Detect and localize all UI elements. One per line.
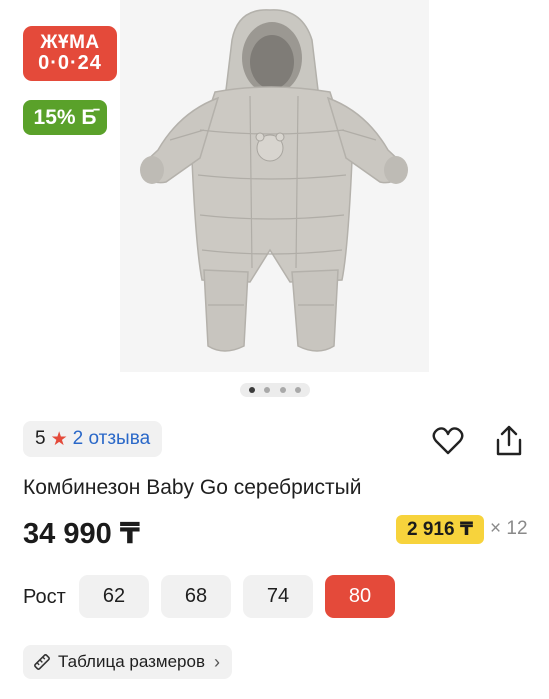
- product-gallery[interactable]: ЖҰМА 0·0·24 15% Б̄: [0, 0, 549, 400]
- heart-icon: [432, 427, 464, 455]
- chevron-right-icon: ›: [213, 651, 220, 672]
- pagination-dot-1[interactable]: [248, 387, 255, 393]
- size-option-74[interactable]: 74: [243, 575, 313, 618]
- rating-reviews-link[interactable]: 5 ★ 2 отзыва: [23, 421, 163, 457]
- share-button[interactable]: [492, 424, 526, 458]
- size-table-link[interactable]: Таблица размеров ›: [23, 645, 232, 679]
- size-option-68[interactable]: 68: [161, 575, 231, 618]
- share-icon: [496, 425, 522, 456]
- product-image[interactable]: [120, 0, 429, 372]
- jumpsuit-illustration: [120, 0, 429, 372]
- sale-badge-title: ЖҰМА: [40, 32, 100, 54]
- installment-price-badge[interactable]: 2 916 ₸: [396, 515, 485, 544]
- sale-badge-code: 0·0·24: [38, 51, 102, 74]
- rating-score: 5: [35, 428, 46, 449]
- size-table-label: Таблица размеров: [58, 652, 205, 671]
- size-option-80-selected[interactable]: 80: [325, 575, 395, 618]
- pagination-dot-3[interactable]: [279, 387, 286, 393]
- friday-sale-badge: ЖҰМА 0·0·24: [23, 26, 117, 81]
- favorite-button[interactable]: [431, 424, 465, 458]
- ruler-icon: [34, 654, 50, 670]
- size-option-62[interactable]: 62: [79, 575, 149, 618]
- gallery-pagination[interactable]: [240, 383, 310, 397]
- pagination-dot-4[interactable]: [295, 387, 302, 393]
- installment-multiplier: × 12: [490, 518, 528, 539]
- star-icon: ★: [50, 428, 68, 450]
- size-label: Рост: [23, 586, 66, 608]
- pagination-dot-2[interactable]: [264, 387, 271, 393]
- bonus-badge: 15% Б̄: [23, 100, 107, 135]
- reviews-count: 2 отзыва: [72, 428, 151, 449]
- product-title: Комбинезон Baby Go серебристый: [23, 476, 362, 499]
- product-price: 34 990 ₸: [23, 518, 140, 550]
